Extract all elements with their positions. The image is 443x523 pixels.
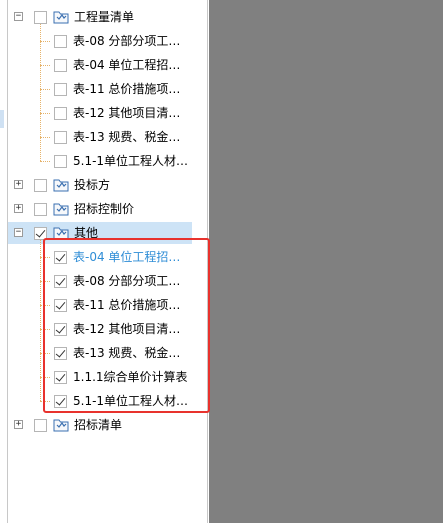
tree-group-4[interactable]: + 招标清单 xyxy=(8,414,208,436)
report-item-label: 表-12 其他项目清… xyxy=(73,106,181,120)
report-folder-icon xyxy=(53,178,69,192)
tree-connector xyxy=(40,137,50,138)
report-folder-icon xyxy=(53,202,69,216)
report-checkbox[interactable] xyxy=(54,59,67,72)
tree-connector xyxy=(40,41,50,42)
annotation-highlight-box xyxy=(43,238,210,413)
report-checkbox[interactable] xyxy=(54,131,67,144)
tree-connector xyxy=(40,65,50,66)
report-folder-icon xyxy=(53,418,69,432)
expander-box-icon[interactable]: + xyxy=(14,204,23,213)
report-checkbox[interactable] xyxy=(54,107,67,120)
group-checkbox[interactable] xyxy=(34,419,47,432)
group-checkbox[interactable] xyxy=(34,11,47,24)
report-preview-area xyxy=(209,0,443,523)
tree-group-label: 投标方 xyxy=(74,178,111,192)
tree-connector xyxy=(40,161,50,162)
report-checkbox[interactable] xyxy=(54,35,67,48)
tree-vertical-connector xyxy=(40,24,41,161)
tree-group-1[interactable]: + 投标方 xyxy=(8,174,208,196)
report-checkbox[interactable] xyxy=(54,155,67,168)
report-folder-icon xyxy=(53,10,69,24)
left-edge-marker xyxy=(0,110,4,128)
group-checkbox[interactable] xyxy=(34,203,47,216)
report-checkbox[interactable] xyxy=(54,83,67,96)
tree-connector xyxy=(40,89,50,90)
tree-child-row[interactable]: 表-12 其他项目清… xyxy=(8,102,208,124)
report-item-label: 表-13 规费、税金… xyxy=(73,130,181,144)
expander-box-icon[interactable]: − xyxy=(14,228,23,237)
left-edge-strip xyxy=(0,0,7,523)
tree-group-label: 招标控制价 xyxy=(74,202,135,216)
tree-child-row[interactable]: 表-08 分部分项工… xyxy=(8,30,208,52)
report-item-label: 5.1-1单位工程人材… xyxy=(73,154,189,168)
tree-group-2[interactable]: + 招标控制价 xyxy=(8,198,208,220)
tree-group-label: 招标清单 xyxy=(74,418,123,432)
expander-box-icon[interactable]: − xyxy=(14,12,23,21)
tree-child-row[interactable]: 表-04 单位工程招… xyxy=(8,54,208,76)
report-item-label: 表-04 单位工程招… xyxy=(73,58,181,72)
tree-child-row[interactable]: 表-11 总价措施项… xyxy=(8,78,208,100)
expander-box-icon[interactable]: + xyxy=(14,180,23,189)
tree-group-0[interactable]: − 工程量清单 xyxy=(8,6,208,28)
tree-connector xyxy=(40,113,50,114)
tree-vertical-connector xyxy=(40,240,41,401)
tree-group-label: 工程量清单 xyxy=(74,10,135,24)
report-item-label: 表-08 分部分项工… xyxy=(73,34,181,48)
expander-box-icon[interactable]: + xyxy=(14,420,23,429)
group-checkbox[interactable] xyxy=(34,179,47,192)
report-item-label: 表-11 总价措施项… xyxy=(73,82,181,96)
tree-child-row[interactable]: 表-13 规费、税金… xyxy=(8,126,208,148)
tree-child-row[interactable]: 5.1-1单位工程人材… xyxy=(8,150,208,172)
